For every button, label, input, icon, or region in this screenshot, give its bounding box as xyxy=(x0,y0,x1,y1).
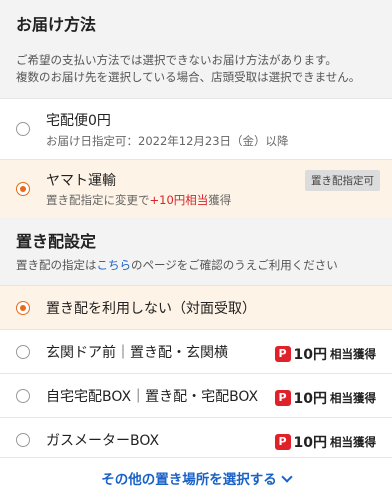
okihai-option-takuhai-box[interactable]: 自宅宅配BOX｜置き配・宅配BOX P 10円 相当獲得 xyxy=(0,373,392,417)
delivery-option-yamato[interactable]: ヤマト運輸 置き配指定に変更で+10円相当獲得 置き配指定可 xyxy=(0,159,392,217)
okihai-option-label: 置き配を利用しない（対面受取） xyxy=(46,301,256,317)
okihai-option-label: ガスメーターBOX xyxy=(46,433,160,449)
points-amount: 10円 xyxy=(293,435,327,451)
okihai-bonus-prefix: 置き配指定に変更で xyxy=(46,193,150,207)
chevron-down-icon xyxy=(281,471,293,483)
radio-yamato[interactable] xyxy=(16,182,30,196)
paypay-points-icon: P xyxy=(274,346,291,362)
okihai-option-gas-meter[interactable]: ガスメーターBOX P 10円 相当獲得 xyxy=(0,417,392,461)
delivery-desc-line2: 複数のお届け先を選択している場合、店頭受取は選択できません。 xyxy=(16,70,361,84)
okihai-bonus-points: +10円相当 xyxy=(149,193,209,207)
points-unit: 相当獲得 xyxy=(330,347,376,361)
delivery-title: お届け方法 xyxy=(16,15,97,34)
okihai-section-header: 置き配設定 置き配の指定はこちらのページをご確認のうえご利用ください xyxy=(0,217,392,285)
more-places-label: その他の置き場所を選択する xyxy=(101,472,277,488)
points-amount: 10円 xyxy=(293,347,327,363)
delivery-option-title: 宅配便0円 xyxy=(46,113,111,129)
delivery-section-header: お届け方法 ご希望の支払い方法では選択できないお届け方法があります。 複数のお届… xyxy=(0,0,392,98)
delivery-option-title: ヤマト運輸 xyxy=(46,173,116,189)
okihai-option-genkan[interactable]: 玄関ドア前｜置き配・玄関横 P 10円 相当獲得 xyxy=(0,329,392,373)
okihai-desc-suffix: のページをご確認のうえご利用ください xyxy=(131,258,338,272)
delivery-desc-line1: ご希望の支払い方法では選択できないお届け方法があります。 xyxy=(16,53,337,67)
delivery-description: ご希望の支払い方法では選択できないお届け方法があります。 複数のお届け先を選択し… xyxy=(16,52,376,86)
radio-takuhaibin[interactable] xyxy=(16,122,30,136)
okihai-description: 置き配の指定はこちらのページをご確認のうえご利用ください xyxy=(16,257,376,274)
points-unit: 相当獲得 xyxy=(330,391,376,405)
okihai-option-label: 玄関ドア前｜置き配・玄関横 xyxy=(46,345,228,361)
radio-okihai-gas-meter[interactable] xyxy=(16,433,30,447)
points-amount: 10円 xyxy=(293,391,327,407)
okihai-option-label: 自宅宅配BOX｜置き配・宅配BOX xyxy=(46,389,259,405)
points-reward: P 10円 相当獲得 xyxy=(274,388,376,408)
points-reward: P 10円 相当獲得 xyxy=(274,344,376,364)
okihai-bonus-suffix: 獲得 xyxy=(208,193,232,207)
okihai-details-link[interactable]: こちら xyxy=(97,258,132,272)
radio-okihai-genkan[interactable] xyxy=(16,345,30,359)
radio-okihai-none[interactable] xyxy=(16,301,30,315)
delivery-option-takuhaibin[interactable]: 宅配便0円 お届け日指定可：2022年12月23日（金）以降 xyxy=(0,98,392,159)
delivery-date-note: お届け日指定可：2022年12月23日（金）以降 xyxy=(46,134,289,148)
points-reward: P 10円 相当獲得 xyxy=(274,432,376,452)
more-places-button[interactable]: その他の置き場所を選択する xyxy=(0,457,392,502)
paypay-points-icon: P xyxy=(274,434,291,450)
radio-okihai-takuhai-box[interactable] xyxy=(16,389,30,403)
okihai-bonus-note: 置き配指定に変更で+10円相当獲得 xyxy=(46,192,231,208)
okihai-available-badge: 置き配指定可 xyxy=(305,170,380,191)
paypay-points-icon: P xyxy=(274,390,291,406)
okihai-title: 置き配設定 xyxy=(16,232,97,251)
points-unit: 相当獲得 xyxy=(330,435,376,449)
okihai-option-none[interactable]: 置き配を利用しない（対面受取） xyxy=(0,285,392,329)
okihai-desc-prefix: 置き配の指定は xyxy=(16,258,97,272)
